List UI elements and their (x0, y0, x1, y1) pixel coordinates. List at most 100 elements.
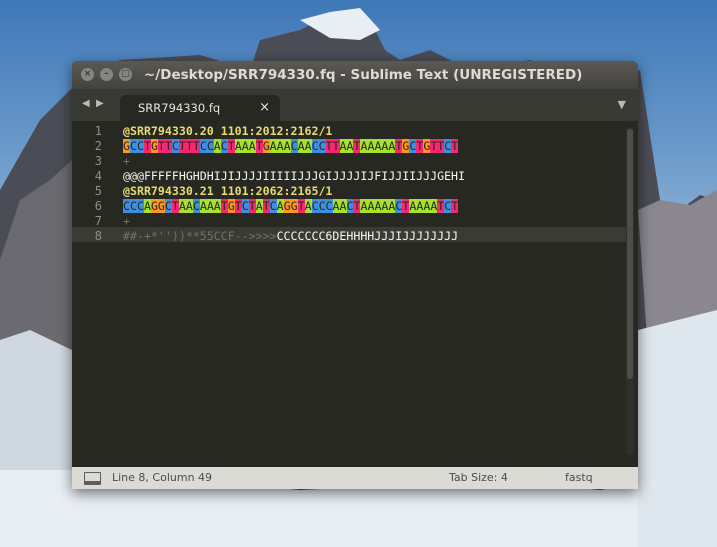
minimize-window-button[interactable]: – (100, 68, 113, 81)
nucleotide-C: C (136, 139, 144, 153)
nucleotide-C: C (129, 199, 137, 213)
nucleotide-C: C (199, 139, 207, 153)
tab-menu-icon[interactable]: ▼ (618, 98, 626, 111)
nucleotide-T: T (262, 199, 270, 213)
line-number: 3 (94, 154, 102, 168)
nucleotide-C: C (192, 199, 200, 213)
quality-line: ##-+*''))**55CCF-->>>>CCCCCCC6DEHHHHJJJI… (123, 229, 458, 244)
nucleotide-A: A (255, 199, 263, 213)
nucleotide-T: T (171, 199, 179, 213)
nucleotide-G: G (227, 199, 235, 213)
nucleotide-A: A (234, 139, 242, 153)
nucleotide-A: A (178, 199, 186, 213)
maximize-window-button[interactable]: □ (119, 68, 132, 81)
nucleotide-A: A (332, 199, 340, 213)
nucleotide-A: A (304, 139, 312, 153)
nucleotide-A: A (269, 139, 277, 153)
nucleotide-T: T (164, 139, 172, 153)
nucleotide-G: G (150, 139, 158, 153)
title-bar[interactable]: × – □ ~/Desktop/SRR794330.fq - Sublime T… (72, 61, 638, 89)
cursor-position: Line 8, Column 49 (112, 471, 213, 484)
nucleotide-C: C (129, 139, 137, 153)
nucleotide-T: T (234, 199, 242, 213)
nucleotide-C: C (136, 199, 144, 213)
nucleotide-G: G (283, 199, 291, 213)
nucleotide-A: A (276, 139, 284, 153)
nucleotide-C: C (171, 139, 179, 153)
nucleotide-T: T (157, 139, 165, 153)
panel-toggle-icon[interactable] (84, 472, 101, 485)
nucleotide-C: C (123, 199, 130, 213)
line-number: 8 (94, 229, 102, 243)
read-header-line: @SRR794330.21 1101:2062:2165/1 (123, 184, 333, 198)
nucleotide-G: G (157, 199, 165, 213)
nucleotide-T: T (248, 199, 256, 213)
tab-close-icon[interactable]: × (259, 100, 270, 115)
nucleotide-A: A (213, 199, 221, 213)
line-number: 1 (94, 124, 102, 138)
separator-line: + (123, 154, 130, 168)
nucleotide-T: T (143, 139, 151, 153)
nucleotide-T: T (297, 199, 305, 213)
nucleotide-T: T (451, 199, 459, 213)
tab-forward-icon[interactable]: ▶ (96, 98, 104, 109)
sublime-window: × – □ ~/Desktop/SRR794330.fq - Sublime T… (72, 61, 638, 489)
nucleotide-C: C (290, 139, 298, 153)
nucleotide-T: T (227, 139, 235, 153)
nucleotide-A: A (339, 199, 347, 213)
nucleotide-C: C (311, 139, 319, 153)
scrollbar-thumb[interactable] (627, 129, 633, 379)
nucleotide-C: C (311, 199, 319, 213)
quality-low-segment: ##-+*''))**55CCF-->>>> (123, 229, 277, 243)
nucleotide-T: T (185, 139, 193, 153)
nucleotide-A: A (283, 139, 291, 153)
quality-high-segment: CCCCCCC6DEHHHHJJJIJJJJJJJJ (276, 229, 459, 243)
nucleotide-A: A (304, 199, 312, 213)
nucleotide-T: T (325, 139, 333, 153)
separator-line: + (123, 214, 130, 228)
nucleotide-A: A (213, 139, 221, 153)
nucleotide-C: C (269, 199, 277, 213)
nucleotide-A: A (297, 139, 305, 153)
nucleotide-C: C (164, 199, 172, 213)
tab-label: SRR794330.fq (138, 101, 221, 115)
nucleotide-T: T (255, 139, 263, 153)
nucleotide-C: C (206, 139, 214, 153)
nucleotide-T: T (192, 139, 200, 153)
nucleotide-C: C (318, 139, 326, 153)
tab-back-icon[interactable]: ◀ (82, 98, 90, 109)
line-number: 6 (94, 199, 102, 213)
nucleotide-A: A (241, 139, 249, 153)
close-window-button[interactable]: × (81, 68, 94, 81)
line-number: 7 (94, 214, 102, 228)
sequence-line: CCCAGGCTAACAAATGTCTATCAGGTACCCAACTAAAAAC… (123, 199, 459, 214)
nucleotide-A: A (206, 199, 214, 213)
syntax-selector[interactable]: fastq (565, 471, 593, 484)
tab-size-selector[interactable]: Tab Size: 4 (449, 471, 508, 484)
text-editor[interactable]: 1 2 3 4 5 6 7 8 @SRR794330.20 1101:2012:… (72, 121, 638, 467)
nucleotide-C: C (318, 199, 326, 213)
nucleotide-A: A (339, 139, 347, 153)
nucleotide-T: T (178, 139, 186, 153)
line-number: 2 (94, 139, 102, 153)
nucleotide-A: A (143, 199, 151, 213)
window-title: ~/Desktop/SRR794330.fq - Sublime Text (U… (144, 67, 583, 83)
status-bar: Line 8, Column 49 Tab Size: 4 fastq (72, 467, 638, 489)
nucleotide-G: G (150, 199, 158, 213)
nucleotide-C: C (220, 139, 228, 153)
nucleotide-A: A (185, 199, 193, 213)
line-number: 4 (94, 169, 102, 183)
nucleotide-C: C (325, 199, 333, 213)
quality-line: @@@FFFFFHGHDHIJIJJJJIIIIIJJJGIJJJJIJFIJJ… (123, 169, 466, 183)
line-number: 5 (94, 184, 102, 198)
nucleotide-G: G (262, 139, 270, 153)
nucleotide-G: G (290, 199, 298, 213)
nucleotide-A: A (276, 199, 284, 213)
nucleotide-T: T (332, 139, 340, 153)
nucleotide-T: T (220, 199, 228, 213)
tab-bar: ◀ ▶ SRR794330.fq × ▼ (72, 89, 638, 121)
nucleotide-A: A (199, 199, 207, 213)
sequence-line: GCCTGTTCTTTCCACTAAATGAAACAACCTTAATAAAAAT… (123, 139, 459, 154)
nucleotide-A: A (248, 139, 256, 153)
tab-srr794330[interactable]: SRR794330.fq × (120, 95, 280, 121)
